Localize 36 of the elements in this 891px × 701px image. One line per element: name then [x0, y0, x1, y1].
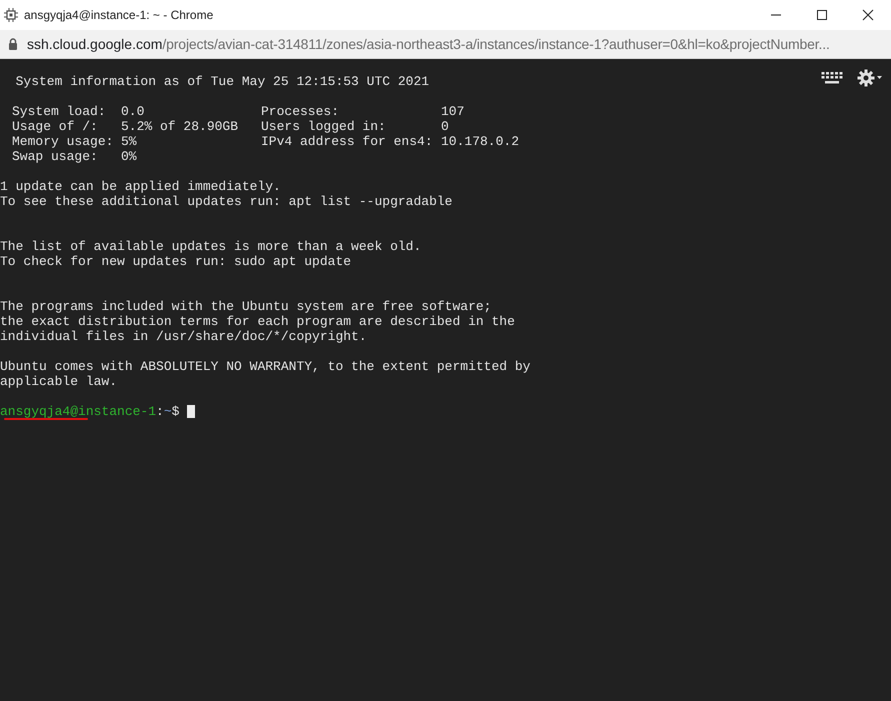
info-value: 5.2% of 28.90GB	[121, 119, 240, 134]
info-label: Swap usage:	[12, 149, 99, 164]
window-title: ansgyqja4@instance-1: ~ - Chrome	[24, 8, 214, 22]
info-value: 107	[441, 104, 466, 119]
info-value: 0%	[121, 149, 138, 164]
info-value: 0.0	[121, 104, 146, 119]
terminal-line: applicable law.	[0, 374, 118, 389]
terminal-line: Ubuntu comes with ABSOLUTELY NO WARRANTY, to the extent permitted by	[0, 359, 530, 374]
terminal-line: The list of available updates is more than a week old.	[0, 239, 422, 254]
keyboard-icon[interactable]	[821, 71, 843, 85]
info-label: Processes:	[261, 104, 340, 119]
chip-icon	[4, 8, 18, 22]
terminal-line: the exact distribution terms for each program are described in the	[0, 314, 515, 329]
terminal-line: System information as of Tue May 25 12:15:53 UTC 2021	[14, 74, 430, 89]
terminal-line: individual files in /usr/share/doc/*/copyright.	[0, 329, 367, 344]
prompt-colon: :	[156, 404, 164, 419]
info-label: Users logged in:	[261, 119, 387, 134]
info-value: 5%	[121, 134, 138, 149]
prompt-directory: ~	[164, 404, 172, 419]
info-label: Usage of /:	[12, 119, 99, 134]
settings-icon[interactable]	[857, 69, 883, 87]
info-value: 10.178.0.2	[441, 134, 520, 149]
terminal-line: To see these additional updates run: apt list --upgradable	[0, 194, 452, 209]
maximize-icon[interactable]	[816, 9, 828, 21]
terminal-line: To check for new updates run: sudo apt update	[0, 254, 352, 269]
info-label: Memory usage:	[12, 134, 114, 149]
info-value: 0	[441, 119, 450, 134]
close-icon[interactable]	[862, 9, 874, 21]
terminal-line: The programs included with the Ubuntu system are free software;	[0, 299, 492, 314]
text-cursor	[187, 405, 196, 418]
info-label: IPv4 address for ens4:	[261, 134, 434, 149]
info-label: System load:	[12, 104, 107, 119]
terminal-line: 1 update can be applied immediately.	[0, 179, 281, 194]
lock-icon	[8, 38, 18, 50]
prompt-symbol: $	[172, 404, 180, 419]
prompt-user-host: ansgyqja4@instance-1	[0, 404, 156, 419]
